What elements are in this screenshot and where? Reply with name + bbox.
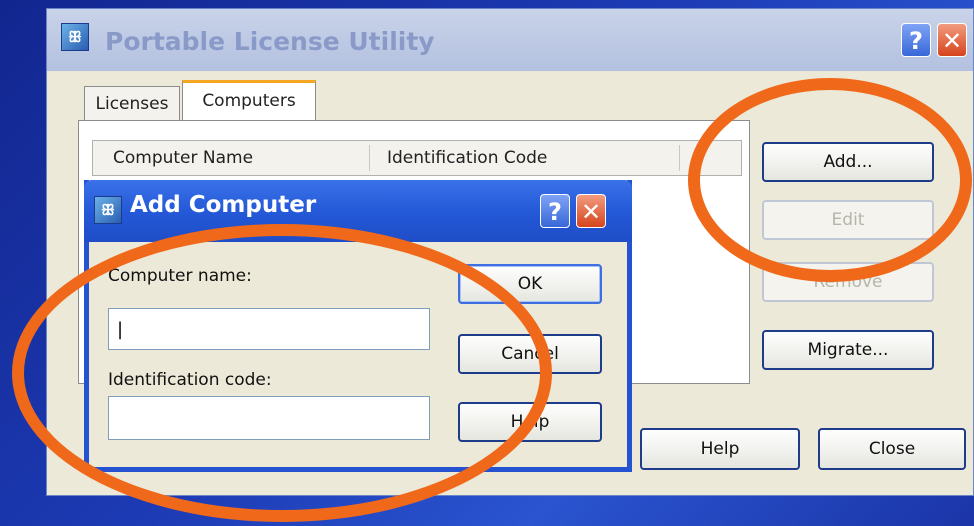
column-divider[interactable] — [369, 145, 370, 171]
column-identification-code[interactable]: Identification Code — [387, 148, 547, 168]
migrate-button[interactable]: Migrate... — [762, 330, 934, 370]
dialog-title: Add Computer — [130, 192, 317, 218]
dialog-help-icon-button[interactable]: ? — [540, 194, 570, 228]
app-icon: ꕥ — [61, 23, 89, 51]
dialog-close-button[interactable]: ✕ — [576, 194, 606, 228]
column-divider[interactable] — [679, 145, 680, 171]
column-computer-name[interactable]: Computer Name — [113, 148, 253, 168]
tab-computers[interactable]: Computers — [182, 80, 316, 122]
highlight-oval-add — [688, 78, 972, 282]
close-button[interactable]: Close — [818, 428, 966, 470]
highlight-oval-dialog — [12, 224, 552, 522]
help-button[interactable]: Help — [640, 428, 800, 470]
dialog-app-icon: ꕥ — [94, 196, 122, 224]
window-title: Portable License Utility — [105, 27, 435, 56]
title-close-button[interactable]: ✕ — [937, 23, 967, 57]
tab-licenses[interactable]: Licenses — [84, 86, 180, 122]
title-bar: ꕥ Portable License Utility ? ✕ — [47, 9, 973, 71]
computer-list-header: Computer Name Identification Code — [92, 140, 742, 176]
title-help-button[interactable]: ? — [901, 23, 931, 57]
